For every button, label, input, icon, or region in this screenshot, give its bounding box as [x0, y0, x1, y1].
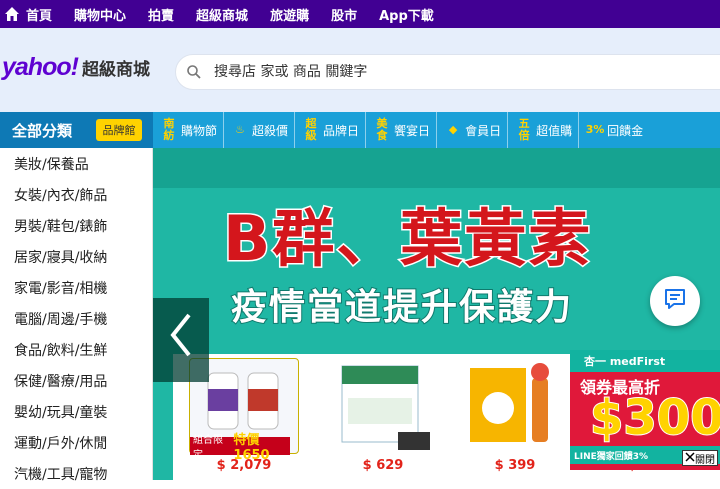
channel-list: 南紡 購物節 ♨ 超殺價 超級 品牌日 美食 饗宴日 ◆ 會員日 五倍 超值購 … — [153, 112, 649, 148]
topnav-travel[interactable]: 旅遊購 — [270, 5, 309, 24]
search-bar — [175, 54, 720, 90]
channel-label: 購物節 — [181, 123, 218, 138]
topnav-shopping-center[interactable]: 購物中心 — [74, 5, 126, 24]
channel-label: 品牌日 — [323, 123, 360, 138]
chevron-left-icon — [169, 311, 193, 369]
channel-item[interactable]: ◆ 會員日 — [437, 112, 509, 148]
search-icon[interactable] — [186, 64, 202, 80]
channel-label: 回饋金 — [607, 123, 644, 138]
header: yahoo! 超級商城 — [0, 28, 720, 112]
channel-item[interactable]: ♨ 超殺價 — [224, 112, 296, 148]
channel-five-times-icon: 五倍 — [518, 117, 530, 142]
banner-headline: B群、葉黃素 — [221, 201, 593, 277]
channel-diamond-icon: ◆ — [448, 123, 458, 136]
ad-amount: $300 — [589, 389, 720, 447]
chat-icon — [662, 286, 688, 316]
channel-item[interactable]: 3% 回饋金 — [579, 112, 649, 148]
channel-item[interactable]: 南紡 購物節 — [153, 112, 225, 148]
promo-tag-text: 組合限定 — [193, 435, 223, 461]
brand-hall-button[interactable]: 品牌館 — [96, 119, 142, 141]
logo-subtitle: 超級商城 — [81, 60, 150, 80]
channel-food-icon: 美食 — [376, 117, 388, 142]
product-card[interactable]: $ 629 — [328, 358, 438, 476]
product-promo-tag: 組合限定 特價1650 — [190, 433, 290, 463]
channel-item[interactable]: 超級 品牌日 — [295, 112, 367, 148]
topnav-super-mall[interactable]: 超級商城 — [196, 5, 248, 24]
topnav-home[interactable]: 首頁 — [26, 5, 52, 24]
search-input[interactable] — [214, 64, 694, 80]
sidebar-item[interactable]: 女裝/內衣/飾品 — [0, 179, 152, 210]
ad-close-button[interactable]: 關閉 — [682, 450, 718, 466]
site-logo[interactable]: yahoo! 超級商城 — [2, 53, 150, 82]
channel-label: 饗宴日 — [394, 123, 431, 138]
channel-label: 超殺價 — [252, 123, 289, 138]
product-image — [460, 358, 570, 454]
sidebar-item[interactable]: 電腦/周邊/手機 — [0, 303, 152, 334]
channel-bell-icon: ♨ — [235, 123, 245, 136]
carousel-prev-button[interactable] — [153, 298, 209, 382]
category-bar: 全部分類 品牌館 南紡 購物節 ♨ 超殺價 超級 品牌日 美食 饗宴日 ◆ 會員… — [0, 112, 720, 148]
product-price: $ 629 — [362, 458, 404, 473]
sidebar-item[interactable]: 男裝/鞋包/錶飾 — [0, 210, 152, 241]
all-categories-label: 全部分類 — [12, 121, 73, 140]
topnav-app-download[interactable]: App下載 — [379, 5, 434, 24]
topnav-stocks[interactable]: 股市 — [331, 5, 357, 24]
banner-subline: 疫情當道提升保護力 — [230, 286, 574, 329]
product-price: $ 2,079 — [216, 458, 272, 473]
channel-nanfang-icon: 南紡 — [163, 117, 175, 142]
home-icon[interactable] — [2, 4, 22, 24]
chat-button[interactable] — [650, 276, 700, 326]
category-sidebar: 美妝/保養品 女裝/內衣/飾品 男裝/鞋包/錶飾 居家/寢具/收納 家電/影音/… — [0, 148, 153, 483]
ad-brand: 杏一 medFirst — [570, 350, 720, 372]
all-categories[interactable]: 全部分類 品牌館 — [0, 112, 153, 148]
topnav-auction[interactable]: 拍賣 — [148, 5, 174, 24]
banner-top-stripe — [153, 148, 720, 188]
sidebar-item[interactable]: 運動/戶外/休閒 — [0, 427, 152, 458]
floating-ad[interactable]: 杏一 medFirst 領券最高折 $300 LINE獨家回饋3% 關閉 — [570, 350, 720, 470]
top-nav-bar: 首頁 購物中心 拍賣 超級商城 旅遊購 股市 App下載 — [0, 0, 720, 28]
channel-label: 超值購 — [536, 123, 573, 138]
product-card[interactable]: $ 399 — [460, 358, 570, 476]
channel-item[interactable]: 五倍 超值購 — [508, 112, 580, 148]
product-price: $ 399 — [494, 458, 536, 473]
sidebar-item[interactable]: 汽機/工具/寵物 — [0, 458, 152, 489]
channel-item[interactable]: 美食 饗宴日 — [366, 112, 438, 148]
sidebar-item[interactable]: 居家/寢具/收納 — [0, 241, 152, 272]
sidebar-item[interactable]: 家電/影音/相機 — [0, 272, 152, 303]
channel-super-icon: 超級 — [305, 117, 317, 142]
product-image — [328, 358, 438, 454]
sidebar-item[interactable]: 保健/醫療/用品 — [0, 365, 152, 396]
close-icon — [685, 451, 695, 465]
channel-gift-icon: 3% — [585, 123, 605, 136]
channel-label: 會員日 — [465, 123, 502, 138]
ad-close-label: 關閉 — [695, 454, 715, 466]
sidebar-item[interactable]: 食品/飲料/生鮮 — [0, 334, 152, 365]
logo-brand: yahoo! — [2, 53, 79, 81]
sidebar-item[interactable]: 美妝/保養品 — [0, 148, 152, 179]
sidebar-item[interactable]: 嬰幼/玩具/童裝 — [0, 396, 152, 427]
